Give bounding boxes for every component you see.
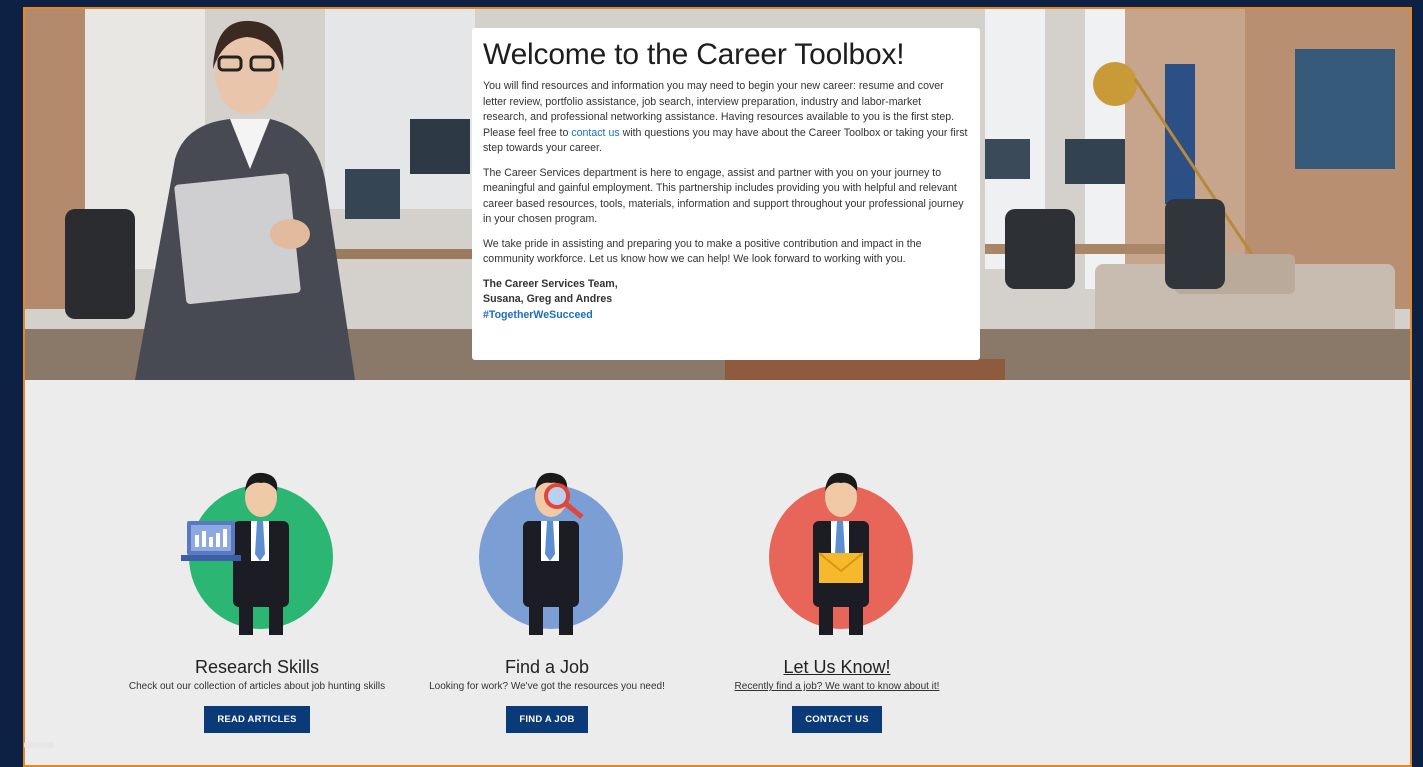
read-articles-button[interactable]: READ ARTICLES — [204, 706, 310, 733]
card-description: Check out our collection of articles abo… — [128, 681, 386, 692]
contact-us-button[interactable]: CONTACT US — [792, 706, 882, 733]
card-description-link[interactable]: Recently find a job? We want to know abo… — [702, 679, 972, 694]
card-description: Looking for work? We've got the resource… — [429, 681, 665, 692]
hashtag: #TogetherWeSucceed — [483, 308, 593, 321]
find-a-job-button[interactable]: FIND A JOB — [506, 706, 588, 733]
signature-team: The Career Services Team, — [483, 277, 618, 290]
feedback-tab[interactable] — [24, 742, 54, 748]
laptop-chart-icon — [177, 469, 337, 639]
card-title: Research Skills — [194, 657, 320, 677]
welcome-paragraph-1: You will find resources and information … — [483, 79, 968, 157]
signature-names: Susana, Greg and Andres — [483, 293, 613, 305]
research-skills-card: Research Skills Check out our collection… — [122, 469, 392, 733]
magnifier-icon — [467, 469, 627, 639]
find-a-job-card: Find a Job Looking for work? We've got t… — [412, 469, 682, 733]
main-frame: Welcome to the Career Toolbox! You will … — [23, 7, 1412, 767]
contact-us-link[interactable]: contact us — [571, 127, 619, 139]
card-title-link[interactable]: Let Us Know! — [702, 657, 972, 677]
let-us-know-card[interactable]: Let Us Know! Recently find a job? We wan… — [702, 469, 972, 733]
welcome-title: Welcome to the Career Toolbox! — [483, 38, 905, 71]
welcome-paragraph-3: We take pride in assisting and preparing… — [483, 237, 922, 266]
signature: The Career Services Team, Susana, Greg a… — [483, 277, 968, 324]
hero-banner: Welcome to the Career Toolbox! You will … — [25, 9, 1410, 380]
card-title: Find a Job — [504, 657, 590, 677]
welcome-paragraph-2: The Career Services department is here t… — [483, 166, 964, 226]
welcome-card: Welcome to the Career Toolbox! You will … — [472, 28, 980, 360]
envelope-icon — [757, 469, 917, 639]
